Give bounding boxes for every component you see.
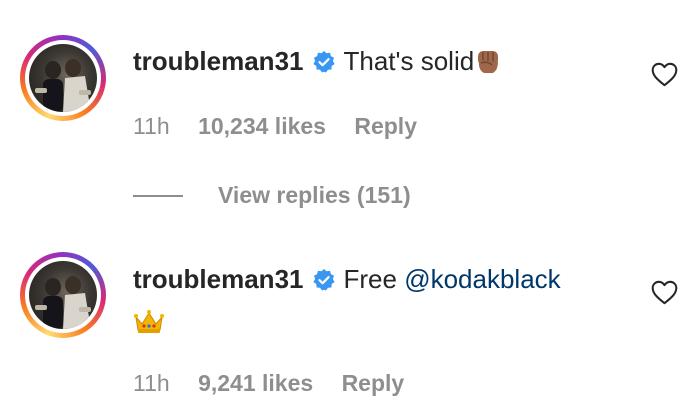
comment-username[interactable]: troubleman31	[133, 46, 304, 77]
comment-time: 11h	[133, 370, 170, 396]
mention-link[interactable]: @kodakblack	[404, 264, 560, 295]
reply-button[interactable]: Reply	[354, 113, 417, 139]
view-replies-divider	[133, 194, 183, 197]
verified-badge-icon	[312, 50, 335, 72]
comment-time: 11h	[133, 113, 170, 139]
fist-emoji-icon	[478, 50, 499, 73]
heart-icon[interactable]	[651, 62, 678, 87]
crown-emoji-icon	[134, 310, 164, 333]
avatar[interactable]	[20, 35, 106, 121]
view-replies-label: View replies (151)	[218, 182, 411, 208]
heart-icon[interactable]	[651, 280, 678, 305]
view-replies-button[interactable]: View replies (151)	[133, 182, 411, 209]
comment-text: Free	[343, 264, 405, 294]
avatar[interactable]	[20, 252, 106, 338]
comment-likes[interactable]: 9,241 likes	[198, 370, 313, 396]
verified-badge-icon	[312, 268, 335, 290]
comment-username[interactable]: troubleman31	[133, 264, 304, 295]
comment-likes[interactable]: 10,234 likes	[198, 113, 326, 139]
comment-text: That's solid	[343, 46, 475, 76]
reply-button[interactable]: Reply	[342, 370, 405, 396]
